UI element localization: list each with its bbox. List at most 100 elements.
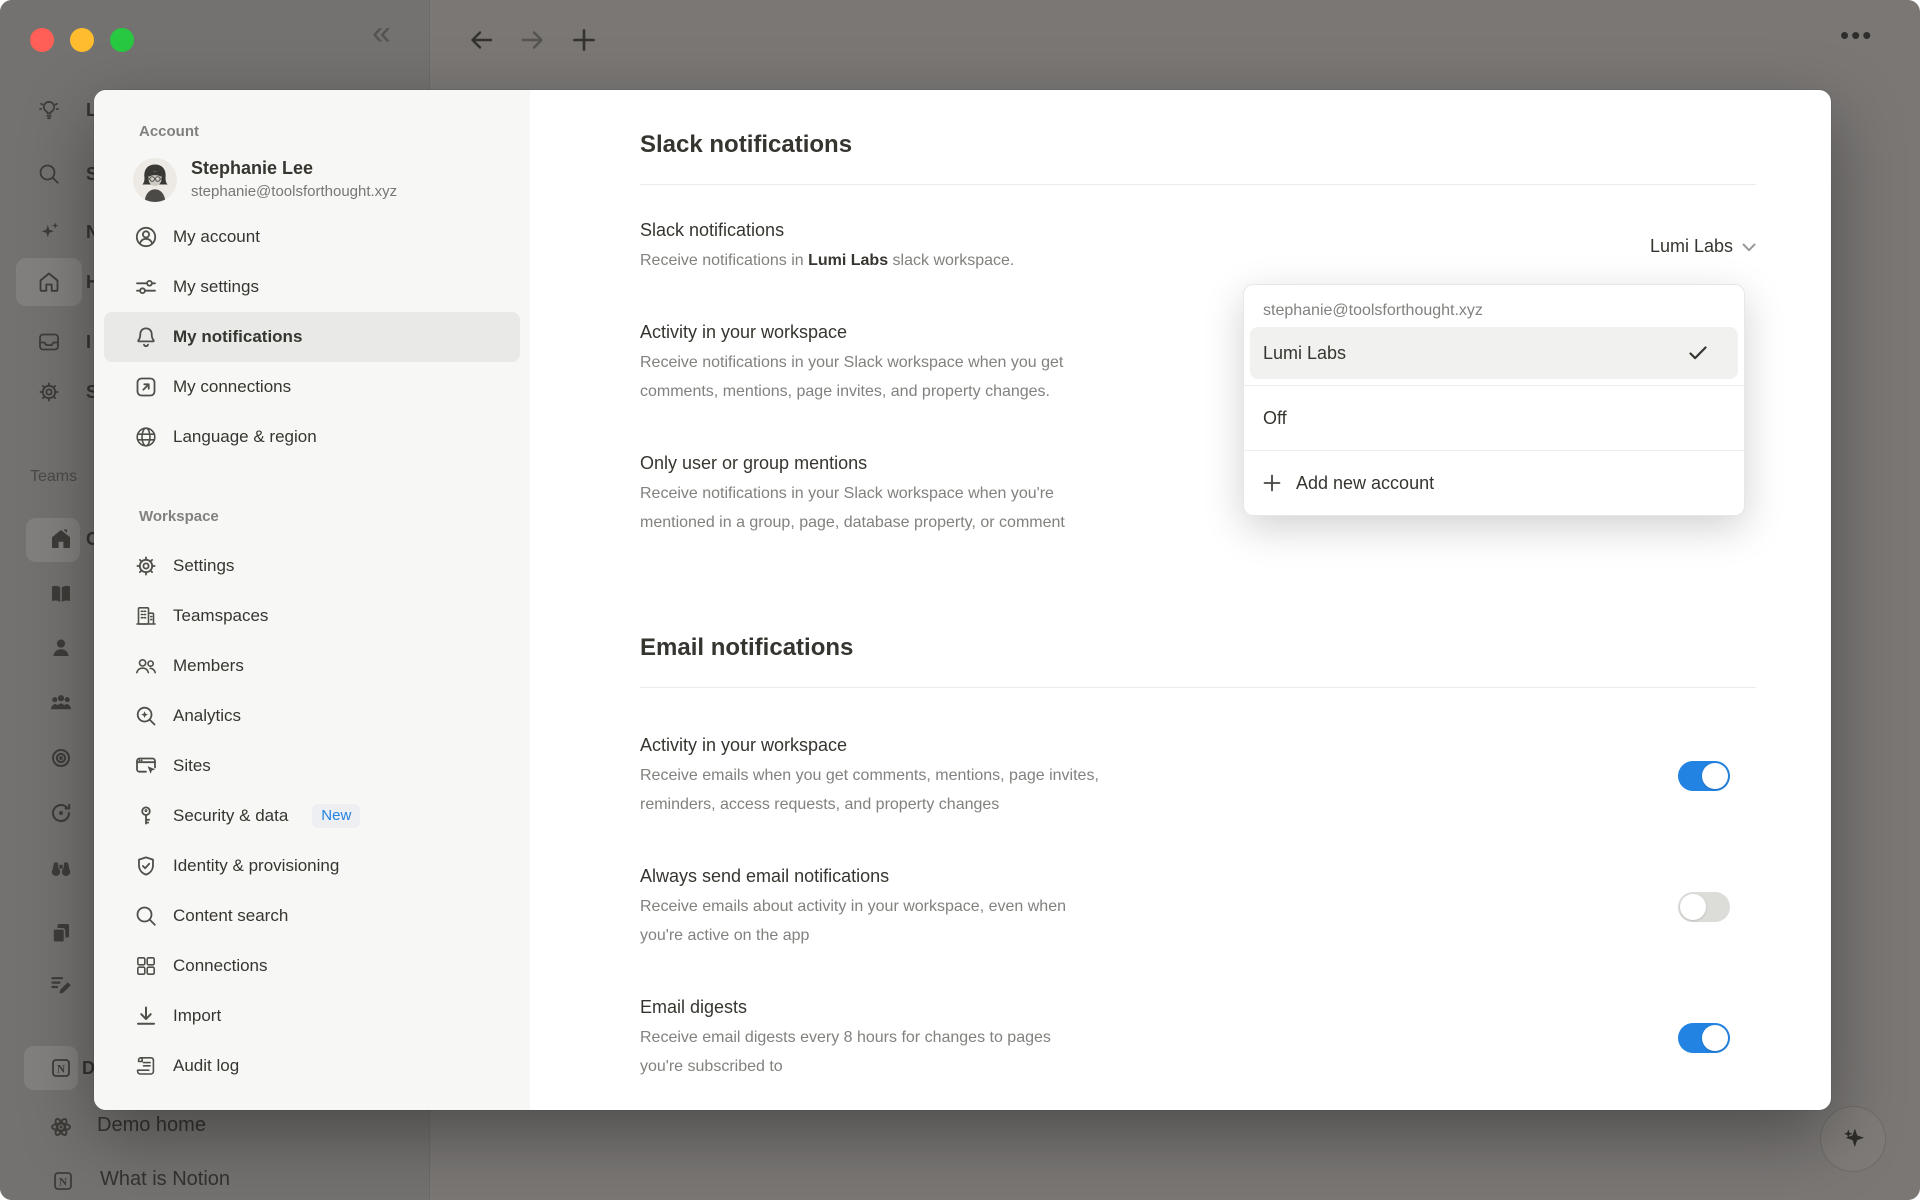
browser-cursor-icon xyxy=(133,753,159,779)
notion-ai-sparkles-icon[interactable] xyxy=(36,219,62,245)
binoculars-page-icon[interactable] xyxy=(48,855,74,881)
sidebar-item-my-connections[interactable]: My connections xyxy=(104,362,520,412)
email-section-title: Email notifications xyxy=(640,633,1756,688)
nav-label-peek: I xyxy=(86,329,91,355)
inbox-icon[interactable] xyxy=(36,329,62,355)
search-icon xyxy=(133,903,159,929)
sidebar-item-security-data[interactable]: Security & data New xyxy=(104,791,520,841)
workspace-section-label: Workspace xyxy=(139,506,530,528)
arrow-up-right-square-icon xyxy=(133,374,159,400)
account-section-label: Account xyxy=(139,121,530,143)
email-digests-toggle[interactable] xyxy=(1678,1023,1730,1053)
target-page-icon[interactable] xyxy=(48,745,74,771)
setting-title: Always send email notifications xyxy=(640,863,1066,889)
slack-workspace-row: Slack notifications Receive notification… xyxy=(640,217,1756,275)
avatar xyxy=(133,158,177,202)
new-badge: New xyxy=(312,804,360,828)
menu-divider xyxy=(1244,385,1744,386)
setting-description: Receive email digests every 8 hours for … xyxy=(640,1023,1051,1081)
slack-account-dropdown[interactable]: Lumi Labs xyxy=(1650,236,1756,257)
gear-icon xyxy=(133,553,159,579)
globe-icon xyxy=(133,424,159,450)
sidebar-item-members[interactable]: Members xyxy=(104,641,520,691)
toggle-knob xyxy=(1702,1025,1728,1051)
sidebar-item-my-settings[interactable]: My settings xyxy=(104,262,520,312)
setting-description: Receive emails about activity in your wo… xyxy=(640,892,1066,950)
sidebar-item-analytics[interactable]: Analytics xyxy=(104,691,520,741)
sidebar-item-audit-log[interactable]: Audit log xyxy=(104,1041,520,1091)
pages-copy-icon[interactable] xyxy=(48,920,74,946)
plus-icon xyxy=(1263,474,1281,492)
sidebar-item-my-account[interactable]: My account xyxy=(104,212,520,262)
menu-item-add-account[interactable]: Add new account xyxy=(1250,457,1738,509)
sidebar-item-my-notifications[interactable]: My notifications xyxy=(104,312,520,362)
sidebar-item-language-region[interactable]: Language & region xyxy=(104,412,520,462)
notion-cube-icon[interactable]: N xyxy=(50,1168,76,1194)
team-home-icon[interactable] xyxy=(48,526,74,552)
setting-title: Activity in your workspace xyxy=(640,319,1063,345)
sidebar-collapse-icon[interactable]: « xyxy=(372,14,387,53)
svg-text:N: N xyxy=(59,1177,68,1189)
people-page-icon[interactable] xyxy=(48,690,74,716)
back-icon[interactable] xyxy=(468,26,496,54)
teams-section-label: Teams xyxy=(30,468,77,486)
setting-description: Receive emails when you get comments, me… xyxy=(640,761,1099,819)
sliders-icon xyxy=(133,274,159,300)
toggle-knob xyxy=(1680,894,1706,920)
email-activity-row: Activity in your workspace Receive email… xyxy=(640,732,1756,819)
close-button[interactable] xyxy=(30,28,54,52)
sidebar-item-what-is-notion[interactable]: What is Notion xyxy=(100,1168,230,1191)
email-activity-toggle[interactable] xyxy=(1678,761,1730,791)
menu-account-email: stephanie@toolsforthought.xyz xyxy=(1244,290,1744,327)
sidebar-item-connections[interactable]: Connections xyxy=(104,941,520,991)
person-circle-icon xyxy=(133,224,159,250)
menu-item-lumi-labs[interactable]: Lumi Labs xyxy=(1250,327,1738,379)
sidebar-item-teamspaces[interactable]: Teamspaces xyxy=(104,591,520,641)
svg-text:N: N xyxy=(57,1064,66,1076)
sidebar-item-import[interactable]: Import xyxy=(104,991,520,1041)
magnifier-sparkle-icon xyxy=(133,703,159,729)
compose-page-icon[interactable] xyxy=(48,971,74,997)
sidebar-item-demo-home[interactable]: Demo home xyxy=(97,1114,206,1137)
notion-cube-icon[interactable]: N xyxy=(48,1055,74,1081)
more-options-icon[interactable]: ••• xyxy=(1840,20,1873,51)
setting-title: Only user or group mentions xyxy=(640,450,1065,476)
person-page-icon[interactable] xyxy=(48,635,74,661)
forward-icon[interactable] xyxy=(518,26,546,54)
bell-icon xyxy=(133,324,159,350)
email-always-send-row: Always send email notifications Receive … xyxy=(640,863,1756,950)
members-icon xyxy=(133,653,159,679)
wiki-book-icon[interactable] xyxy=(48,581,74,607)
atom-icon[interactable] xyxy=(48,1114,74,1140)
settings-gear-icon[interactable] xyxy=(36,379,62,405)
notifications-settings-panel: Slack notifications Slack notifications … xyxy=(530,90,1831,1110)
new-tab-icon[interactable] xyxy=(570,26,598,54)
sidebar-item-content-search[interactable]: Content search xyxy=(104,891,520,941)
slack-account-menu: stephanie@toolsforthought.xyz Lumi Labs … xyxy=(1243,284,1745,516)
setting-title: Activity in your workspace xyxy=(640,732,1099,758)
setting-description: Receive notifications in your Slack work… xyxy=(640,348,1063,406)
slack-section-title: Slack notifications xyxy=(640,130,1756,185)
check-icon xyxy=(1689,346,1707,360)
home-icon[interactable] xyxy=(36,269,62,295)
user-name: Stephanie Lee xyxy=(191,157,397,180)
sidebar-item-sites[interactable]: Sites xyxy=(104,741,520,791)
scroll-icon xyxy=(133,1053,159,1079)
minimize-button[interactable] xyxy=(70,28,94,52)
setting-title: Email digests xyxy=(640,994,1051,1020)
sidebar-item-settings[interactable]: Settings xyxy=(104,541,520,591)
sidebar-item-identity-provisioning[interactable]: Identity & provisioning xyxy=(104,841,520,891)
cycle-page-icon[interactable] xyxy=(48,800,74,826)
setting-description: Receive notifications in your Slack work… xyxy=(640,479,1065,537)
always-send-email-toggle[interactable] xyxy=(1678,892,1730,922)
key-icon xyxy=(133,803,159,829)
workspace-lightbulb-icon[interactable] xyxy=(36,97,62,123)
account-user-row[interactable]: Stephanie Lee stephanie@toolsforthought.… xyxy=(133,157,530,202)
download-icon xyxy=(133,1003,159,1029)
grid-icon xyxy=(133,953,159,979)
menu-item-off[interactable]: Off xyxy=(1250,392,1738,444)
search-icon[interactable] xyxy=(36,161,62,187)
shield-check-icon xyxy=(133,853,159,879)
zoom-button[interactable] xyxy=(110,28,134,52)
notion-ai-button[interactable] xyxy=(1820,1106,1886,1172)
